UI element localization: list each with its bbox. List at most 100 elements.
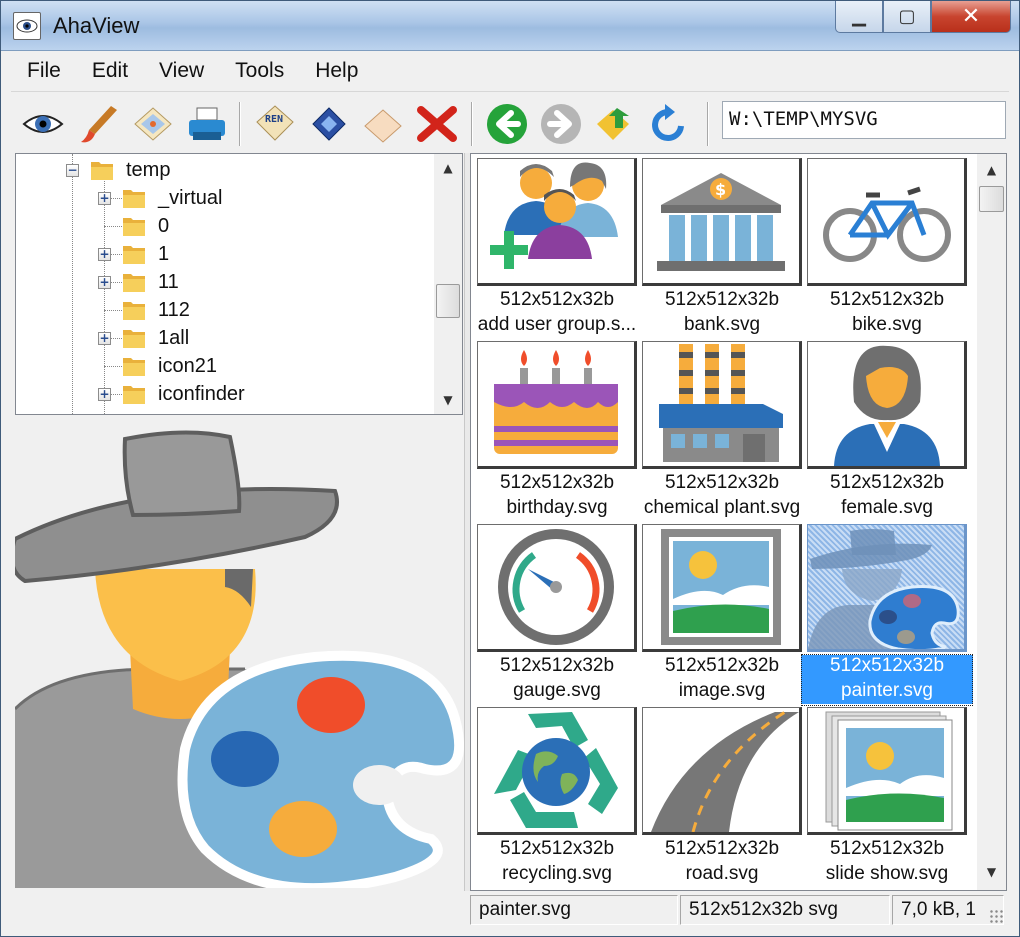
rename-icon: REN: [256, 105, 294, 141]
thumbnail-dimensions: 512x512x32b: [664, 655, 780, 676]
erase-button[interactable]: [361, 102, 405, 146]
film-button[interactable]: [307, 102, 351, 146]
thumbnail-item[interactable]: 512x512x32b slide show.svg: [807, 707, 967, 887]
gauge-icon: [498, 529, 614, 645]
back-button[interactable]: [485, 102, 529, 146]
painter-icon: [808, 529, 960, 649]
thumbnail-image: [642, 707, 802, 835]
thumbnail-dimensions: 512x512x32b: [499, 289, 615, 310]
tree-scrollbar[interactable]: ▲ ▼: [434, 154, 462, 414]
thumbnail-image: [477, 524, 637, 652]
forward-button[interactable]: [539, 102, 583, 146]
delete-button[interactable]: [415, 102, 459, 146]
tree-node-folder[interactable]: 11: [122, 268, 179, 296]
thumbnail-dimensions: 512x512x32b: [499, 655, 615, 676]
thumbnail-item[interactable]: 512x512x32b birthday.svg: [477, 341, 637, 521]
tree-node-folder[interactable]: 0: [122, 212, 169, 240]
tree-node-folder[interactable]: _virtual: [122, 184, 222, 212]
thumbnail-filename: road.svg: [685, 863, 759, 884]
tree-node-folder[interactable]: 112: [122, 296, 190, 324]
scroll-down-icon[interactable]: ▼: [977, 862, 1006, 882]
thumbnail-scrollbar[interactable]: ▲ ▼: [977, 154, 1006, 890]
image-icon: [661, 529, 781, 645]
thumbnail-item[interactable]: 512x512x32b recycling.svg: [477, 707, 637, 887]
minimize-button[interactable]: ▁: [835, 1, 883, 33]
tree-node-label: iconfinder: [158, 382, 245, 405]
menu-edit[interactable]: Edit: [76, 59, 143, 83]
expand-toggle[interactable]: +: [98, 248, 111, 261]
thumbnail-item[interactable]: 512x512x32b gauge.svg: [477, 524, 637, 704]
thumbnail-dimensions: 512x512x32b: [664, 472, 780, 493]
menu-tools[interactable]: Tools: [219, 59, 299, 83]
film-icon: [312, 107, 346, 141]
thumbnail-grid: 512x512x32b add user group.s... $ 512x51…: [470, 153, 1007, 891]
refresh-button[interactable]: [647, 102, 691, 146]
scroll-thumb[interactable]: [979, 186, 1004, 212]
svg-text:REN: REN: [265, 114, 283, 125]
scroll-down-icon[interactable]: ▼: [434, 390, 462, 410]
thumbnail-item[interactable]: 512x512x32b female.svg: [807, 341, 967, 521]
status-image-info: 512x512x32b svg: [680, 895, 890, 925]
menu-help[interactable]: Help: [299, 59, 373, 83]
tree-connector-line: [72, 154, 73, 414]
toolbar: REN W:\TEMP\MYSVG: [11, 91, 1009, 153]
app-eye-icon[interactable]: [13, 12, 41, 40]
print-button[interactable]: [185, 102, 229, 146]
maximize-button[interactable]: ▢: [883, 1, 931, 33]
expand-toggle[interactable]: +: [98, 332, 111, 345]
menu-view[interactable]: View: [143, 59, 219, 83]
expand-toggle[interactable]: +: [98, 192, 111, 205]
expand-toggle[interactable]: +: [98, 388, 111, 401]
road-icon: [651, 710, 799, 832]
expand-toggle[interactable]: +: [98, 276, 111, 289]
thumbnail-image: [807, 524, 967, 652]
thumbnail-filename: image.svg: [678, 680, 766, 701]
thumbnail-filename: add user group.s...: [477, 314, 637, 335]
open-folder-icon: [91, 162, 113, 180]
thumbnail-item[interactable]: 512x512x32b bike.svg: [807, 158, 967, 338]
thumbnail-item[interactable]: 512x512x32b chemical plant.svg: [642, 341, 802, 521]
resize-grip-icon[interactable]: [989, 909, 1003, 923]
title-bar[interactable]: AhaView ▁ ▢ ✕: [1, 1, 1019, 51]
tree-node-folder[interactable]: icon21: [122, 352, 217, 380]
scroll-thumb[interactable]: [436, 284, 460, 318]
path-input[interactable]: W:\TEMP\MYSVG: [722, 101, 1006, 139]
up-folder-button[interactable]: [593, 102, 637, 146]
thumbnail-image: [477, 707, 637, 835]
tree-node-label: 1all: [158, 326, 190, 349]
paint-button[interactable]: [77, 102, 121, 146]
thumbnail-item[interactable]: 512x512x32b add user group.s...: [477, 158, 637, 338]
scroll-up-icon[interactable]: ▲: [434, 158, 462, 178]
tree-node-folder[interactable]: 1all: [122, 324, 189, 352]
thumbnail-dimensions: 512x512x32b: [829, 838, 945, 859]
thumbnail-item-selected[interactable]: 512x512x32b painter.svg: [801, 524, 973, 706]
menu-file[interactable]: File: [11, 59, 76, 83]
add-user-group-icon: [490, 162, 618, 269]
tree-node-label: icon21: [158, 354, 217, 377]
thumbnail-item[interactable]: 512x512x32b image.svg: [642, 524, 802, 704]
tree-node-label: _virtual: [158, 186, 223, 209]
folder-icon: [123, 274, 145, 292]
view-eye-button[interactable]: [21, 102, 65, 146]
svg-text:$: $: [715, 180, 726, 199]
tree-node-temp[interactable]: temp: [90, 156, 170, 184]
tree-node-folder[interactable]: iconfinder: [122, 380, 245, 408]
rename-button[interactable]: REN: [253, 102, 297, 146]
painter-preview-icon: [15, 430, 465, 888]
scroll-up-icon[interactable]: ▲: [977, 160, 1006, 180]
slideshow-button[interactable]: [131, 102, 175, 146]
thumbnail-item[interactable]: $ 512x512x32b bank.svg: [642, 158, 802, 338]
slide-show-icon: [825, 711, 953, 831]
printer-icon: [189, 107, 225, 140]
recycling-icon: [494, 712, 618, 828]
female-icon: [834, 345, 940, 466]
refresh-icon: [652, 104, 684, 141]
close-button[interactable]: ✕: [931, 1, 1011, 33]
thumbnail-item[interactable]: 512x512x32b road.svg: [642, 707, 802, 887]
focus-outline: [801, 654, 973, 706]
tree-node-folder[interactable]: 1: [122, 240, 169, 268]
tree-connector-line: [104, 310, 124, 311]
tree-connector-line: [104, 226, 124, 227]
thumbnail-image: [477, 341, 637, 469]
collapse-temp-toggle[interactable]: −: [66, 164, 79, 177]
